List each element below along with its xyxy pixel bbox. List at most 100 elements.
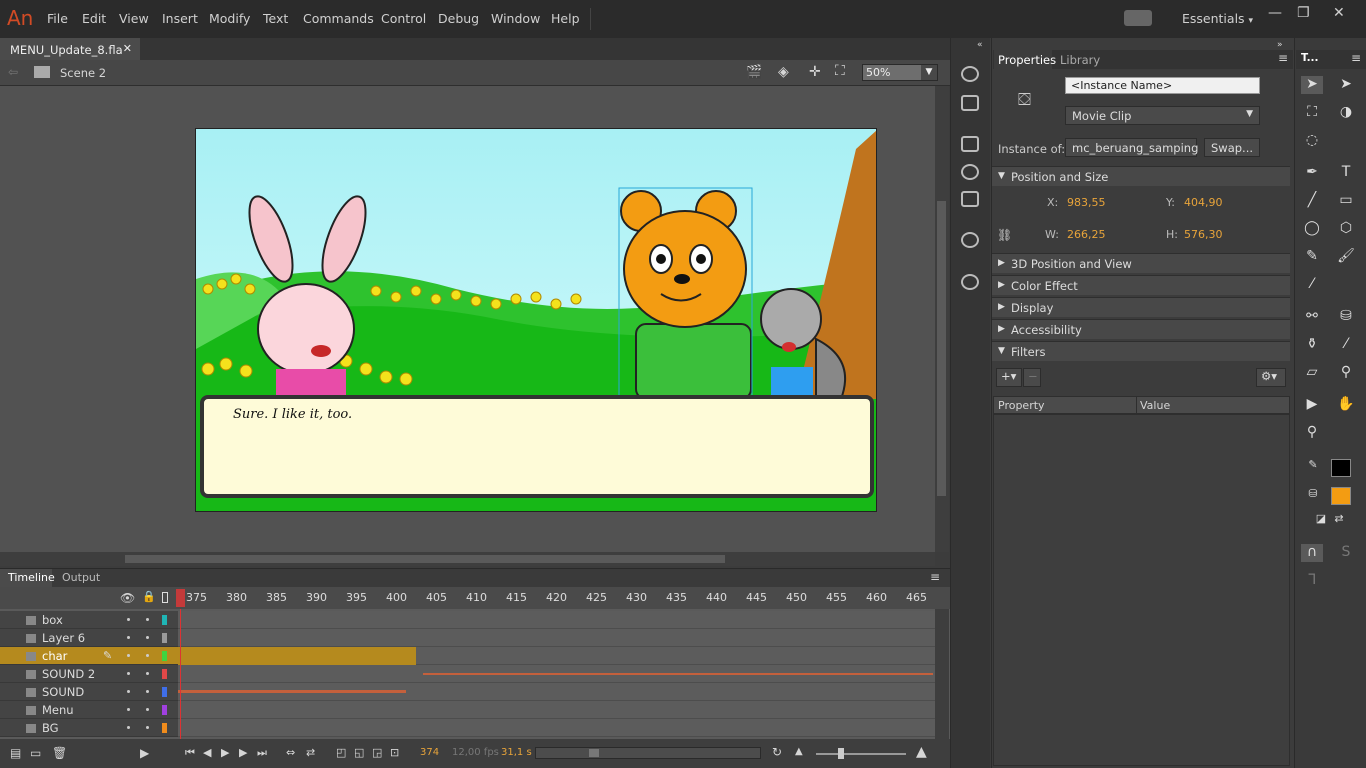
pen-tool-icon[interactable]: ✒ [1301,164,1323,182]
rectangle-tool-icon[interactable]: ▭ [1335,192,1357,210]
lock-dot[interactable] [146,726,149,729]
stage-horizontal-scrollbar[interactable] [0,552,935,566]
close-icon[interactable]: ✕ [1333,5,1345,21]
instance-name-input[interactable]: <Instance Name> [1065,77,1260,94]
menu-window[interactable]: Window [491,11,540,26]
visibility-dot[interactable] [127,672,130,675]
frames-layer-6[interactable] [178,629,935,647]
brush-tool-icon[interactable]: 🖌 [1335,248,1357,266]
center-frame-icon[interactable]: ⇄ [306,746,315,759]
layer-row-bg[interactable]: BG [0,719,178,737]
frames-menu[interactable] [178,701,935,719]
menu-view[interactable]: View [119,11,149,26]
back-arrow-icon[interactable]: ⇦ [8,65,18,79]
zoom-tool-icon[interactable]: ⚲ [1301,424,1323,442]
selected-frame-span[interactable] [178,647,416,665]
edit-multiple-icon[interactable]: ◲ [372,746,382,759]
panel-menu-icon[interactable]: ≡ [1278,51,1288,65]
frame-rate[interactable]: 12,00 fps [452,747,499,758]
section-3d-position[interactable]: ▶ 3D Position and View [992,253,1290,273]
paint-bucket-tool-icon[interactable]: ⛁ [1335,308,1357,326]
delete-layer-icon[interactable]: 🗑 [52,746,67,760]
scene-label[interactable]: Scene 2 [60,66,106,80]
h-value[interactable]: 576,30 [1184,228,1223,241]
timeline-scroll-thumb[interactable] [589,749,599,757]
subselection-tool-icon[interactable]: ➤ [1335,76,1357,94]
eraser-tool-icon[interactable]: ▱ [1301,364,1323,382]
layer-row-char[interactable]: char ✎ [0,647,178,665]
x-value[interactable]: 983,55 [1067,196,1106,209]
lock-dot[interactable] [146,672,149,675]
frames-char[interactable] [178,647,935,665]
tab-library[interactable]: Library [1060,53,1100,67]
w-value[interactable]: 266,25 [1067,228,1106,241]
layer-color-swatch[interactable] [162,669,167,679]
edit-scene-icon[interactable]: 🎬 [746,65,762,80]
prev-frame-icon[interactable]: ◀ [203,746,211,759]
restore-icon[interactable]: ❐ [1297,5,1310,21]
zoom-out-frames-icon[interactable]: ▲ [795,746,803,757]
swap-colors-icon[interactable]: ⇄ [1330,512,1348,530]
section-display[interactable]: ▶ Display [992,297,1290,317]
outline-icon[interactable] [162,592,168,603]
menu-debug[interactable]: Debug [438,11,479,26]
document-tab[interactable]: MENU_Update_8.fla ✕ [0,38,140,60]
tab-timeline[interactable]: Timeline [0,569,55,587]
black-white-icon[interactable]: ◪ [1312,512,1330,530]
layer-color-swatch[interactable] [162,705,167,715]
stage-vertical-scrollbar[interactable] [935,86,949,552]
center-stage-icon[interactable]: ✛ [809,64,821,80]
playhead[interactable] [176,589,185,607]
fill-color-swatch[interactable] [1331,487,1351,505]
frames-sound-2[interactable] [178,665,935,683]
layer-color-swatch[interactable] [162,615,167,625]
onion-skin-icon[interactable]: ◰ [336,746,346,759]
link-icon[interactable]: ⛓ [997,228,1012,242]
visibility-dot[interactable] [127,636,130,639]
swap-button[interactable]: Swap... [1204,138,1260,157]
visibility-dot[interactable] [127,618,130,621]
last-frame-icon[interactable]: ⏭ [257,746,267,760]
clip-content-icon[interactable]: ⛶ [835,63,845,79]
oval-tool-icon[interactable]: ◯ [1301,220,1323,238]
bone-tool-icon[interactable]: ⚯ [1301,308,1323,326]
section-position-size[interactable]: ▼ Position and Size [992,166,1290,186]
info-icon[interactable] [961,164,979,180]
first-frame-icon[interactable]: ⏮ [185,746,195,760]
visibility-dot[interactable] [127,690,130,693]
stroke-color-swatch[interactable] [1331,459,1351,477]
straighten-icon[interactable]: ᒣ [1301,572,1323,590]
ink-bottle-tool-icon[interactable]: ⚱ [1301,336,1323,354]
transform-icon[interactable] [961,191,979,207]
layer-color-swatch[interactable] [162,651,167,661]
menu-help[interactable]: Help [551,11,580,26]
menu-edit[interactable]: Edit [82,11,106,26]
layer-row-box[interactable]: box [0,611,178,629]
zoom-select[interactable]: 50% ▼ [862,64,938,81]
paint-brush-tool-icon[interactable]: ⁄ [1301,276,1323,294]
vertical-scroll-thumb[interactable] [937,201,946,496]
timeline-ruler[interactable]: 👁 🔒 375 380 385 390 395 400 405 410 415 … [0,587,950,609]
layer-row-sound-2[interactable]: SOUND 2 [0,665,178,683]
cc-libraries-icon[interactable] [961,274,979,290]
polystar-tool-icon[interactable]: ⬡ [1335,220,1357,238]
minimize-icon[interactable]: — [1268,5,1282,21]
zoom-in-frames-icon[interactable]: ▲ [916,744,927,760]
snap-to-objects-icon[interactable]: ∩ [1301,544,1323,562]
color-panel-icon[interactable] [961,66,979,82]
panel-menu-icon[interactable]: ≡ [930,570,940,584]
filter-options-button[interactable]: ⚙▾ [1256,368,1286,387]
menu-commands[interactable]: Commands [303,11,374,26]
onion-outline-icon[interactable]: ◱ [354,746,364,759]
width-tool-icon[interactable]: ⚲ [1335,364,1357,382]
menu-control[interactable]: Control [381,11,426,26]
remove-filter-button[interactable]: − [1023,368,1041,387]
timeline-vertical-scrollbar[interactable] [935,609,949,739]
lock-icon[interactable]: 🔒 [142,590,156,603]
menu-modify[interactable]: Modify [209,11,250,26]
horizontal-scroll-thumb[interactable] [125,555,725,563]
visibility-dot[interactable] [127,654,130,657]
close-tab-icon[interactable]: ✕ [123,42,132,55]
swatches-icon[interactable] [961,95,979,111]
workspace-switcher[interactable]: Essentials ▾ [1182,11,1253,26]
